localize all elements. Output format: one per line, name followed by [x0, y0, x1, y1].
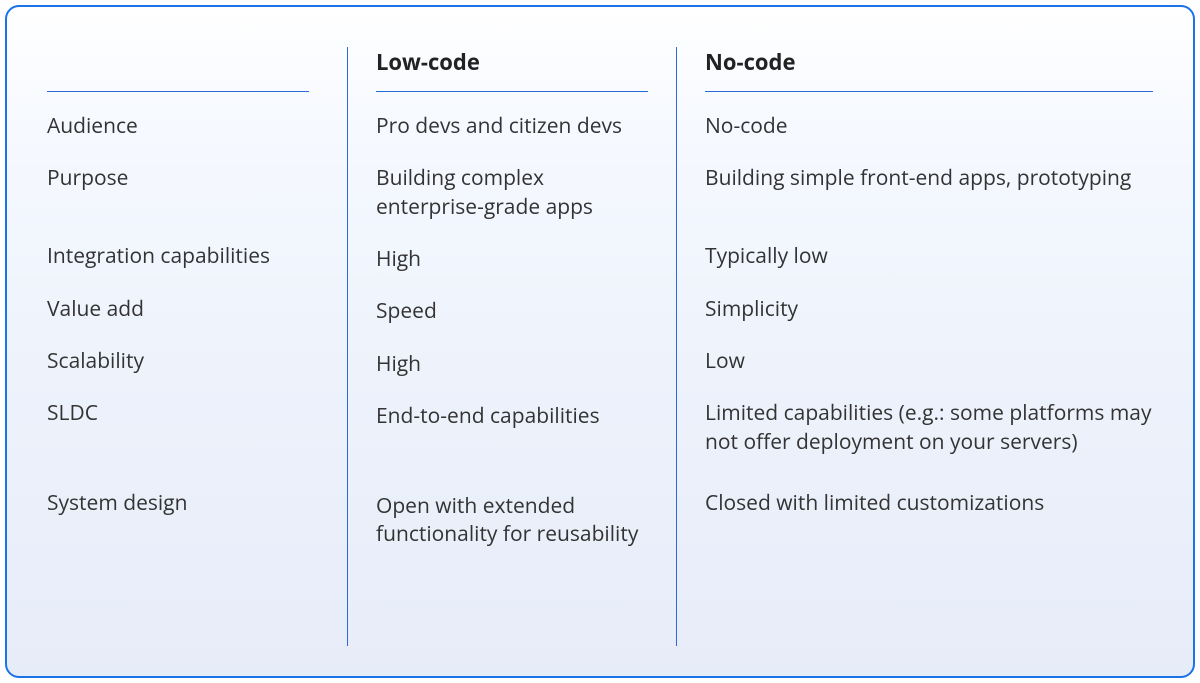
- cell-text: Open with extended functionality for reu…: [376, 492, 648, 549]
- nocode-value-add: Simplicity: [705, 283, 1153, 335]
- criteria-scalability: Scalability: [47, 335, 309, 387]
- header-text-nocode: No-code: [705, 47, 795, 77]
- cell-text: High: [376, 350, 421, 378]
- cell-text: Integration capabilities: [47, 242, 270, 270]
- lowcode-sldc: End-to-end capabilities: [376, 390, 648, 480]
- lowcode-audience: Pro devs and citizen devs: [376, 100, 648, 152]
- lowcode-purpose: Building complex enterprise-grade apps: [376, 152, 648, 233]
- nocode-scalability: Low: [705, 335, 1153, 387]
- header-divider-lowcode: [376, 91, 648, 92]
- nocode-integration: Typically low: [705, 230, 1153, 282]
- cell-text: Typically low: [705, 242, 828, 270]
- cell-text: Audience: [47, 112, 138, 140]
- cell-text: Building complex enterprise-grade apps: [376, 164, 648, 221]
- criteria-value-add: Value add: [47, 283, 309, 335]
- column-criteria: Audience Purpose Integration capabilitie…: [47, 47, 347, 646]
- cell-text: Scalability: [47, 347, 144, 375]
- column-lowcode: Low-code Pro devs and citizen devs Build…: [347, 47, 677, 646]
- lowcode-system-design: Open with extended functionality for reu…: [376, 480, 648, 561]
- column-header-lowcode: Low-code: [376, 47, 648, 83]
- cell-text: System design: [47, 489, 187, 517]
- cell-text: Pro devs and citizen devs: [376, 112, 622, 140]
- column-header-nocode: No-code: [705, 47, 1153, 83]
- criteria-purpose: Purpose: [47, 152, 309, 230]
- cell-text: Value add: [47, 295, 144, 323]
- cell-text: Simplicity: [705, 295, 798, 323]
- cell-text: Low: [705, 347, 745, 375]
- cell-text: Purpose: [47, 164, 128, 192]
- column-nocode: No-code No-code Building simple front-en…: [677, 47, 1153, 646]
- nocode-purpose: Building simple front-end apps, prototyp…: [705, 152, 1153, 230]
- comparison-table: Audience Purpose Integration capabilitie…: [5, 5, 1195, 678]
- cell-text: High: [376, 245, 421, 273]
- header-text-lowcode: Low-code: [376, 47, 480, 77]
- nocode-audience: No-code: [705, 100, 1153, 152]
- nocode-system-design: Closed with limited customizations: [705, 477, 1153, 555]
- cell-text: Closed with limited customizations: [705, 489, 1044, 517]
- cell-text: Limited capabilities (e.g.: some platfor…: [705, 399, 1153, 456]
- header-divider-criteria: [47, 91, 309, 92]
- cell-text: No-code: [705, 112, 788, 140]
- criteria-integration: Integration capabilities: [47, 230, 309, 282]
- cell-text: Building simple front-end apps, prototyp…: [705, 164, 1131, 192]
- column-header-criteria: [47, 47, 309, 83]
- lowcode-integration: High: [376, 233, 648, 285]
- cell-text: End-to-end capabilities: [376, 402, 600, 430]
- lowcode-scalability: High: [376, 338, 648, 390]
- nocode-sldc: Limited capabilities (e.g.: some platfor…: [705, 387, 1153, 477]
- criteria-system-design: System design: [47, 477, 309, 555]
- criteria-sldc: SLDC: [47, 387, 309, 477]
- lowcode-value-add: Speed: [376, 285, 648, 337]
- cell-text: SLDC: [47, 399, 98, 427]
- criteria-audience: Audience: [47, 100, 309, 152]
- header-divider-nocode: [705, 91, 1153, 92]
- cell-text: Speed: [376, 297, 437, 325]
